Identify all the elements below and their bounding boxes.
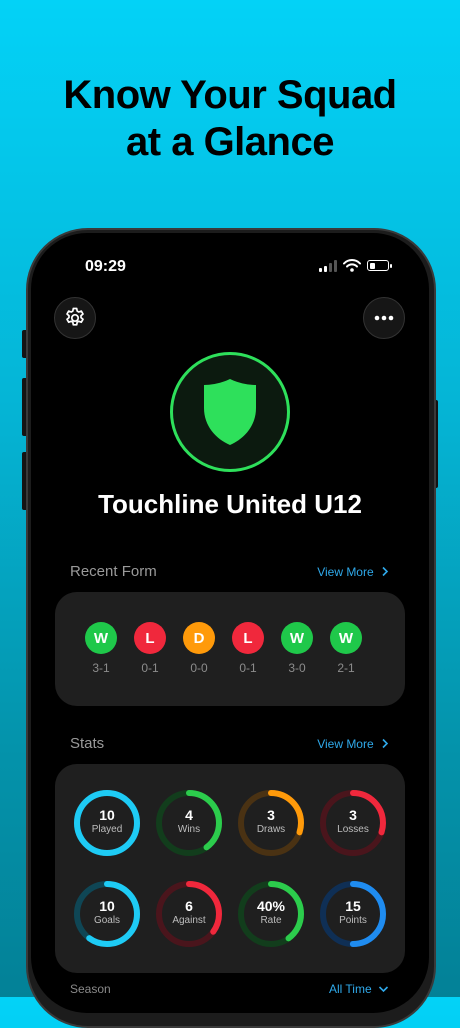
- phone-screen: 09:29 Touchline United U12 Recent Form V…: [31, 233, 429, 1013]
- signal-icon: [319, 259, 337, 272]
- stat-ring-points: 15 Points: [319, 880, 387, 948]
- chevron-down-icon: [378, 986, 389, 993]
- stats-view-more[interactable]: View More: [317, 737, 389, 751]
- stat-label: Wins: [177, 824, 201, 835]
- form-result-score: 3-1: [92, 661, 110, 675]
- settings-button[interactable]: [54, 297, 96, 339]
- stat-ring-losses: 3 Losses: [319, 789, 387, 857]
- ellipsis-icon: [374, 315, 394, 321]
- stat-value: 6: [185, 898, 193, 914]
- form-result-badge: W: [85, 622, 117, 654]
- chevron-right-icon: [382, 738, 389, 749]
- shield-icon: [204, 379, 256, 445]
- headline-line-2: at a Glance: [126, 120, 334, 164]
- form-result-score: 0-1: [239, 661, 257, 675]
- stat-label: Points: [339, 915, 367, 926]
- form-result-badge: L: [134, 622, 166, 654]
- stat-ring-text: 10 Goals: [73, 898, 141, 928]
- stat-label: Goals: [93, 915, 121, 926]
- form-result-badge: L: [232, 622, 264, 654]
- form-result-score: 2-1: [337, 661, 355, 675]
- stat-ring-text: 40% Rate: [237, 898, 305, 928]
- headline-line-1: Know Your Squad: [63, 73, 397, 117]
- team-name: Touchline United U12: [98, 489, 362, 519]
- form-result-badge: D: [183, 622, 215, 654]
- form-result-item: W 3-0: [281, 622, 313, 675]
- gear-icon: [66, 307, 84, 326]
- stat-ring-text: 3 Losses: [319, 807, 387, 837]
- recent-form-view-more-label: View More: [317, 565, 374, 579]
- stat-ring-text: 4 Wins: [155, 807, 223, 837]
- chevron-right-icon: [382, 566, 389, 577]
- team-crest: [170, 352, 290, 472]
- form-result-score: 0-1: [141, 661, 159, 675]
- season-filter-label: All Time: [328, 982, 372, 996]
- form-result-item: D 0-0: [183, 622, 215, 675]
- stat-ring-draws: 3 Draws: [237, 789, 305, 857]
- form-result-score: 0-0: [190, 661, 208, 675]
- stat-value: 3: [267, 807, 275, 823]
- form-result-badge: W: [281, 622, 313, 654]
- status-time: 09:29: [85, 258, 126, 275]
- form-result-item: L 0-1: [134, 622, 166, 675]
- recent-form-list: W 3-1 L 0-1 D 0-0 L 0-1 W 3-0 W 2-1: [85, 622, 362, 675]
- stat-value: 3: [349, 807, 357, 823]
- more-button[interactable]: [363, 297, 405, 339]
- form-result-item: W 3-1: [85, 622, 117, 675]
- recent-form-title: Recent Form: [70, 563, 157, 580]
- headline: Know Your Squad at a Glance: [0, 72, 460, 166]
- stat-ring-text: 6 Against: [155, 898, 223, 928]
- stat-ring-played: 10 Played: [73, 789, 141, 857]
- stats-title: Stats: [70, 735, 105, 752]
- stat-ring-goals: 10 Goals: [73, 880, 141, 948]
- stat-ring-against: 6 Against: [155, 880, 223, 948]
- form-result-badge: W: [330, 622, 362, 654]
- stat-label: Rate: [260, 915, 282, 926]
- battery-icon: [367, 260, 392, 271]
- form-result-item: L 0-1: [232, 622, 264, 675]
- stat-value: 4: [185, 807, 193, 823]
- status-icons: [319, 259, 392, 272]
- stats-card: 10 Played 4 Wins 3 Draws 3 Losses 10 Goals 6 Agains…: [55, 764, 405, 973]
- stat-value: 15: [345, 898, 361, 914]
- stat-ring-rate: 40% Rate: [237, 880, 305, 948]
- stat-ring-text: 15 Points: [319, 898, 387, 928]
- stats-view-more-label: View More: [317, 737, 374, 751]
- stat-label: Draws: [256, 824, 286, 835]
- stat-label: Losses: [337, 824, 369, 835]
- season-filter[interactable]: All Time: [329, 982, 389, 996]
- form-result-item: W 2-1: [330, 622, 362, 675]
- stat-ring-wins: 4 Wins: [155, 789, 223, 857]
- recent-form-card: W 3-1 L 0-1 D 0-0 L 0-1 W 3-0 W 2-1: [55, 592, 405, 706]
- recent-form-view-more[interactable]: View More: [317, 565, 389, 579]
- stat-value: 10: [99, 807, 115, 823]
- stat-label: Against: [172, 915, 206, 926]
- stat-value: 10: [99, 898, 115, 914]
- stat-value: 40%: [256, 898, 286, 914]
- stat-ring-text: 10 Played: [73, 807, 141, 837]
- stat-ring-text: 3 Draws: [237, 807, 305, 837]
- season-title: Season: [70, 982, 111, 996]
- wifi-icon: [343, 259, 361, 272]
- form-result-score: 3-0: [288, 661, 306, 675]
- stat-label: Played: [91, 824, 123, 835]
